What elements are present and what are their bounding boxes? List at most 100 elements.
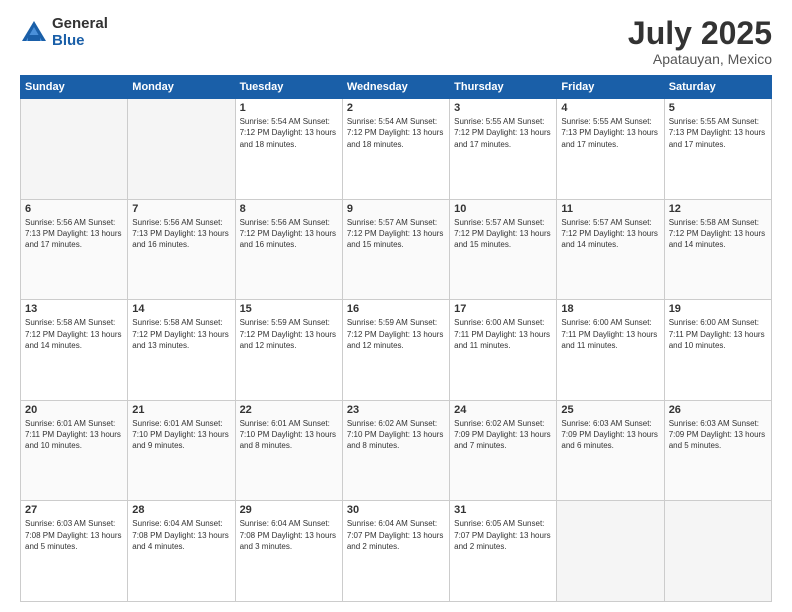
calendar-cell xyxy=(128,99,235,200)
calendar-cell: 26 Sunrise: 6:03 AM Sunset: 7:09 PM Dayli… xyxy=(664,400,771,501)
day-number: 25 xyxy=(561,404,659,416)
logo-icon xyxy=(20,19,48,47)
day-number: 4 xyxy=(561,102,659,114)
calendar-cell: 29 Sunrise: 6:04 AM Sunset: 7:08 PM Dayli… xyxy=(235,501,342,602)
day-number: 9 xyxy=(347,203,445,215)
calendar-cell: 7 Sunrise: 5:56 AM Sunset: 7:13 PM Daylig… xyxy=(128,199,235,300)
day-number: 24 xyxy=(454,404,552,416)
day-number: 14 xyxy=(132,303,230,315)
day-info: Sunrise: 6:02 AM Sunset: 7:10 PM Dayligh… xyxy=(347,418,445,452)
day-info: Sunrise: 6:03 AM Sunset: 7:09 PM Dayligh… xyxy=(669,418,767,452)
page: General Blue July 2025 Apatauyan, Mexico… xyxy=(0,0,792,612)
day-number: 29 xyxy=(240,504,338,516)
day-info: Sunrise: 5:58 AM Sunset: 7:12 PM Dayligh… xyxy=(132,317,230,351)
calendar-cell: 25 Sunrise: 6:03 AM Sunset: 7:09 PM Dayli… xyxy=(557,400,664,501)
calendar-cell: 15Sunrise: 5:59 AM Sunset: 7:12 PM Dayli… xyxy=(235,300,342,401)
day-info: Sunrise: 6:03 AM Sunset: 7:09 PM Dayligh… xyxy=(561,418,659,452)
day-info: Sunrise: 6:04 AM Sunset: 7:08 PM Dayligh… xyxy=(240,518,338,552)
day-info: Sunrise: 6:00 AM Sunset: 7:11 PM Dayligh… xyxy=(669,317,767,351)
day-info: Sunrise: 6:02 AM Sunset: 7:09 PM Dayligh… xyxy=(454,418,552,452)
day-number: 1 xyxy=(240,102,338,114)
calendar-cell: 3Sunrise: 5:55 AM Sunset: 7:12 PM Daylig… xyxy=(450,99,557,200)
calendar-body: 1 Sunrise: 5:54 AM Sunset: 7:12 PM Daylig… xyxy=(21,99,772,602)
calendar-cell: 23Sunrise: 6:02 AM Sunset: 7:10 PM Dayli… xyxy=(342,400,449,501)
calendar-cell: 20Sunrise: 6:01 AM Sunset: 7:11 PM Dayli… xyxy=(21,400,128,501)
day-number: 8 xyxy=(240,203,338,215)
day-info: Sunrise: 5:57 AM Sunset: 7:12 PM Dayligh… xyxy=(347,217,445,251)
calendar-header: Sunday Monday Tuesday Wednesday Thursday… xyxy=(21,76,772,99)
day-number: 7 xyxy=(132,203,230,215)
day-number: 13 xyxy=(25,303,123,315)
calendar-cell: 31 Sunrise: 6:05 AM Sunset: 7:07 PM Dayli… xyxy=(450,501,557,602)
logo-text: General Blue xyxy=(52,16,108,49)
title-block: July 2025 Apatauyan, Mexico xyxy=(628,16,772,67)
header: General Blue July 2025 Apatauyan, Mexico xyxy=(20,16,772,67)
day-info: Sunrise: 6:05 AM Sunset: 7:07 PM Dayligh… xyxy=(454,518,552,552)
day-info: Sunrise: 5:55 AM Sunset: 7:13 PM Dayligh… xyxy=(669,116,767,150)
weekday-tuesday: Tuesday xyxy=(235,76,342,99)
day-info: Sunrise: 5:59 AM Sunset: 7:12 PM Dayligh… xyxy=(347,317,445,351)
calendar-cell xyxy=(21,99,128,200)
day-info: Sunrise: 5:57 AM Sunset: 7:12 PM Dayligh… xyxy=(454,217,552,251)
calendar-cell: 1 Sunrise: 5:54 AM Sunset: 7:12 PM Daylig… xyxy=(235,99,342,200)
location-subtitle: Apatauyan, Mexico xyxy=(628,51,772,67)
day-info: Sunrise: 6:00 AM Sunset: 7:11 PM Dayligh… xyxy=(561,317,659,351)
logo-general: General xyxy=(52,16,108,33)
month-title: July 2025 xyxy=(628,16,772,51)
day-number: 21 xyxy=(132,404,230,416)
day-info: Sunrise: 6:01 AM Sunset: 7:10 PM Dayligh… xyxy=(132,418,230,452)
week-row-4: 20Sunrise: 6:01 AM Sunset: 7:11 PM Dayli… xyxy=(21,400,772,501)
day-number: 10 xyxy=(454,203,552,215)
day-number: 27 xyxy=(25,504,123,516)
calendar-cell: 30Sunrise: 6:04 AM Sunset: 7:07 PM Dayli… xyxy=(342,501,449,602)
weekday-sunday: Sunday xyxy=(21,76,128,99)
day-number: 18 xyxy=(561,303,659,315)
day-number: 11 xyxy=(561,203,659,215)
day-number: 31 xyxy=(454,504,552,516)
day-info: Sunrise: 6:04 AM Sunset: 7:08 PM Dayligh… xyxy=(132,518,230,552)
day-number: 19 xyxy=(669,303,767,315)
day-info: Sunrise: 5:58 AM Sunset: 7:12 PM Dayligh… xyxy=(25,317,123,351)
calendar-cell: 6Sunrise: 5:56 AM Sunset: 7:13 PM Daylig… xyxy=(21,199,128,300)
day-info: Sunrise: 6:01 AM Sunset: 7:10 PM Dayligh… xyxy=(240,418,338,452)
calendar-cell: 28 Sunrise: 6:04 AM Sunset: 7:08 PM Dayli… xyxy=(128,501,235,602)
calendar-cell: 13 Sunrise: 5:58 AM Sunset: 7:12 PM Dayli… xyxy=(21,300,128,401)
day-number: 26 xyxy=(669,404,767,416)
day-number: 12 xyxy=(669,203,767,215)
logo-blue: Blue xyxy=(52,33,108,50)
day-number: 5 xyxy=(669,102,767,114)
day-number: 2 xyxy=(347,102,445,114)
day-info: Sunrise: 5:56 AM Sunset: 7:13 PM Dayligh… xyxy=(132,217,230,251)
day-info: Sunrise: 6:00 AM Sunset: 7:11 PM Dayligh… xyxy=(454,317,552,351)
calendar-cell: 11 Sunrise: 5:57 AM Sunset: 7:12 PM Dayli… xyxy=(557,199,664,300)
logo: General Blue xyxy=(20,16,108,49)
weekday-monday: Monday xyxy=(128,76,235,99)
calendar-cell: 27 Sunrise: 6:03 AM Sunset: 7:08 PM Dayli… xyxy=(21,501,128,602)
calendar-cell: 16Sunrise: 5:59 AM Sunset: 7:12 PM Dayli… xyxy=(342,300,449,401)
day-info: Sunrise: 6:03 AM Sunset: 7:08 PM Dayligh… xyxy=(25,518,123,552)
calendar-cell: 19 Sunrise: 6:00 AM Sunset: 7:11 PM Dayli… xyxy=(664,300,771,401)
calendar-cell xyxy=(557,501,664,602)
day-info: Sunrise: 5:56 AM Sunset: 7:12 PM Dayligh… xyxy=(240,217,338,251)
weekday-row: Sunday Monday Tuesday Wednesday Thursday… xyxy=(21,76,772,99)
week-row-2: 6 Sunrise: 5:56 AM Sunset: 7:13 PM Daylig… xyxy=(21,199,772,300)
day-number: 28 xyxy=(132,504,230,516)
calendar-cell: 4 Sunrise: 5:55 AM Sunset: 7:13 PM Daylig… xyxy=(557,99,664,200)
calendar-table: Sunday Monday Tuesday Wednesday Thursday… xyxy=(20,75,772,602)
day-number: 6 xyxy=(25,203,123,215)
day-number: 17 xyxy=(454,303,552,315)
calendar-cell: 14 Sunrise: 5:58 AM Sunset: 7:12 PM Dayli… xyxy=(128,300,235,401)
day-info: Sunrise: 5:55 AM Sunset: 7:13 PM Dayligh… xyxy=(561,116,659,150)
weekday-thursday: Thursday xyxy=(450,76,557,99)
calendar-cell: 17 Sunrise: 6:00 AM Sunset: 7:11 PM Dayli… xyxy=(450,300,557,401)
day-info: Sunrise: 5:57 AM Sunset: 7:12 PM Dayligh… xyxy=(561,217,659,251)
day-number: 30 xyxy=(347,504,445,516)
calendar-cell: 9 Sunrise: 5:57 AM Sunset: 7:12 PM Daylig… xyxy=(342,199,449,300)
calendar-cell: 24 Sunrise: 6:02 AM Sunset: 7:09 PM Dayli… xyxy=(450,400,557,501)
day-number: 20 xyxy=(25,404,123,416)
day-info: Sunrise: 5:54 AM Sunset: 7:12 PM Dayligh… xyxy=(240,116,338,150)
day-info: Sunrise: 5:54 AM Sunset: 7:12 PM Dayligh… xyxy=(347,116,445,150)
week-row-1: 1 Sunrise: 5:54 AM Sunset: 7:12 PM Daylig… xyxy=(21,99,772,200)
day-number: 3 xyxy=(454,102,552,114)
weekday-friday: Friday xyxy=(557,76,664,99)
